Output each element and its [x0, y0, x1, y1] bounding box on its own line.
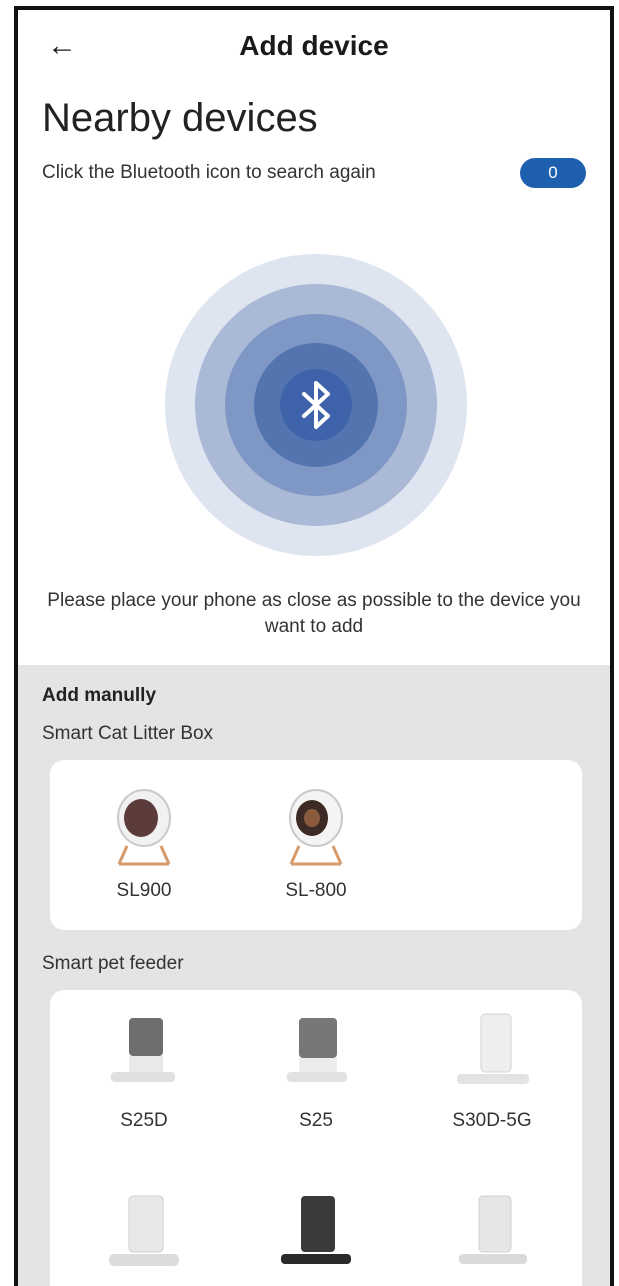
category-label-litter-box: Smart Cat Litter Box: [42, 723, 214, 744]
litter-box-card: SL900 SL-800: [50, 760, 582, 930]
pet-feeder-image: [271, 1012, 361, 1102]
device-s25d[interactable]: S25D: [74, 1012, 214, 1132]
page-title: Add device: [239, 30, 389, 61]
device-s30d-5g[interactable]: S30D-5G: [422, 1012, 562, 1132]
pet-feeder-image: [447, 1012, 537, 1102]
device-sl-800[interactable]: SL-800: [246, 782, 386, 902]
pet-feeder-image: [447, 1190, 537, 1280]
nearby-devices-title: Nearby devices: [42, 96, 318, 140]
found-count-badge: 0: [520, 158, 586, 188]
add-manually-heading: Add manully: [42, 685, 157, 706]
device-name: SL900: [116, 880, 172, 901]
phone-screen: ← Add device Nearby devices Click the Bl…: [14, 6, 614, 1286]
pet-feeder-image: [99, 1012, 189, 1102]
bluetooth-search-button[interactable]: [164, 253, 468, 557]
device-name: S30D-5G: [452, 1110, 532, 1131]
device-feeder-5[interactable]: [246, 1190, 386, 1286]
search-again-instruction: Click the Bluetooth icon to search again: [42, 162, 376, 183]
proximity-hint: Please place your phone as close as poss…: [47, 590, 581, 637]
device-name: S25: [299, 1110, 333, 1131]
device-name: SL-800: [285, 880, 347, 901]
litter-box-image: [271, 782, 361, 872]
device-sl900[interactable]: SL900: [74, 782, 214, 902]
device-feeder-4[interactable]: [74, 1190, 214, 1286]
bluetooth-radar: [165, 254, 467, 556]
add-manually-section: Add manully Smart Cat Litter Box SL900 S…: [18, 665, 610, 1286]
category-label-pet-feeder: Smart pet feeder: [42, 953, 184, 974]
device-feeder-6[interactable]: [422, 1190, 562, 1286]
pet-feeder-image: [271, 1190, 361, 1280]
pet-feeder-card: S25D S25 S30D-5G: [50, 990, 582, 1286]
app-header: ← Add device: [18, 10, 610, 80]
device-s25[interactable]: S25: [246, 1012, 386, 1132]
litter-box-image: [99, 782, 189, 872]
pet-feeder-image: [99, 1190, 189, 1280]
device-name: S25D: [120, 1110, 168, 1131]
